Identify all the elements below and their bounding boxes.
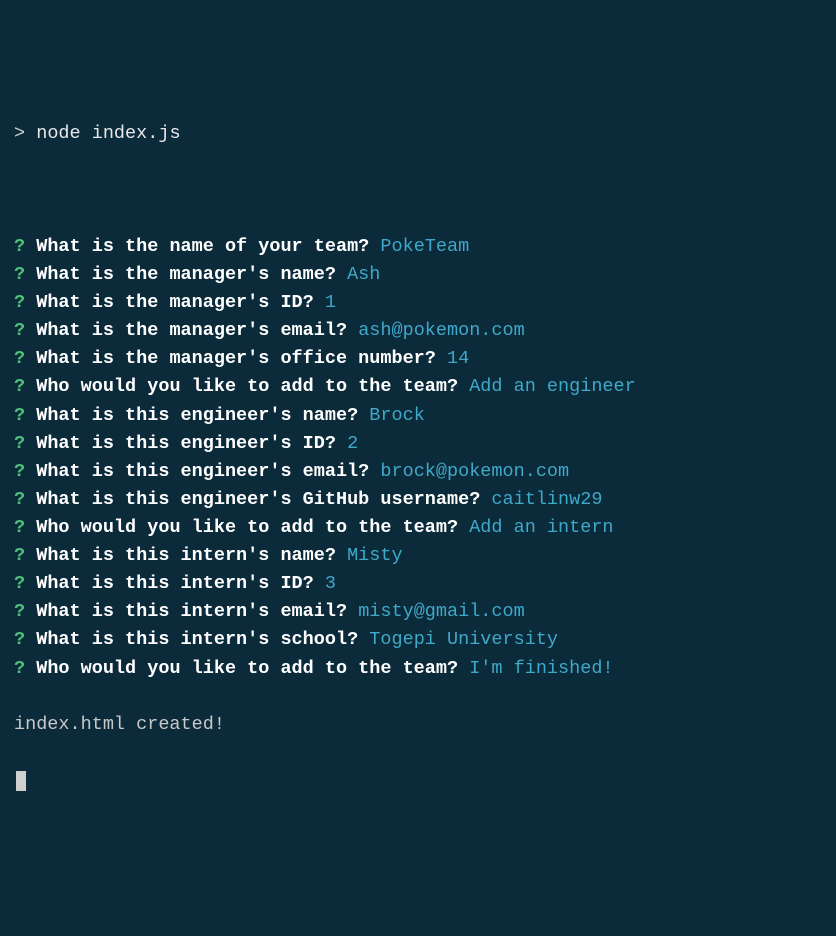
qa-line: ? What is the manager's email? ash@pokem… <box>14 317 822 345</box>
qa-line: ? Who would you like to add to the team?… <box>14 373 822 401</box>
qa-line: ? What is this engineer's GitHub usernam… <box>14 486 822 514</box>
question-text: What is the manager's name? <box>36 264 336 285</box>
qa-line: ? What is the name of your team? PokeTea… <box>14 233 822 261</box>
qa-line: ? Who would you like to add to the team?… <box>14 514 822 542</box>
question-text: Who would you like to add to the team? <box>36 517 458 538</box>
qa-line: ? What is this intern's school? Togepi U… <box>14 626 822 654</box>
qa-line: ? What is this engineer's email? brock@p… <box>14 458 822 486</box>
question-text: What is this engineer's email? <box>36 461 369 482</box>
qa-line: ? What is this engineer's name? Brock <box>14 402 822 430</box>
question-text: What is this engineer's GitHub username? <box>36 489 480 510</box>
question-text: What is the manager's email? <box>36 320 347 341</box>
question-mark-icon: ? <box>14 264 25 285</box>
answer-text: Add an intern <box>469 517 613 538</box>
question-mark-icon: ? <box>14 517 25 538</box>
qa-line: ? What is this intern's name? Misty <box>14 542 822 570</box>
command-line: > node index.js <box>14 120 822 148</box>
answer-text: 1 <box>325 292 336 313</box>
question-text: What is this intern's ID? <box>36 573 314 594</box>
answer-text: 3 <box>325 573 336 594</box>
answer-text: misty@gmail.com <box>358 601 525 622</box>
question-mark-icon: ? <box>14 573 25 594</box>
answer-text: caitlinw29 <box>491 489 602 510</box>
answer-text: ash@pokemon.com <box>358 320 525 341</box>
qa-line: ? What is this engineer's ID? 2 <box>14 430 822 458</box>
question-mark-icon: ? <box>14 376 25 397</box>
cursor-line <box>14 767 822 795</box>
question-mark-icon: ? <box>14 461 25 482</box>
question-text: What is this intern's email? <box>36 601 347 622</box>
question-mark-icon: ? <box>14 348 25 369</box>
qa-line: ? What is the manager's office number? 1… <box>14 345 822 373</box>
footer-line: index.html created! <box>14 711 822 739</box>
question-mark-icon: ? <box>14 433 25 454</box>
qa-line: ? Who would you like to add to the team?… <box>14 655 822 683</box>
question-text: Who would you like to add to the team? <box>36 658 458 679</box>
qa-line: ? What is this intern's email? misty@gma… <box>14 598 822 626</box>
question-mark-icon: ? <box>14 489 25 510</box>
question-text: What is this intern's name? <box>36 545 336 566</box>
question-mark-icon: ? <box>14 629 25 650</box>
qa-container: ? What is the name of your team? PokeTea… <box>14 233 822 683</box>
answer-text: Misty <box>347 545 403 566</box>
question-mark-icon: ? <box>14 601 25 622</box>
question-text: What is the manager's office number? <box>36 348 436 369</box>
answer-text: Add an engineer <box>469 376 636 397</box>
footer-text: index.html created! <box>14 714 225 735</box>
question-text: What is the manager's ID? <box>36 292 314 313</box>
qa-line: ? What is this intern's ID? 3 <box>14 570 822 598</box>
question-mark-icon: ? <box>14 658 25 679</box>
answer-text: I'm finished! <box>469 658 613 679</box>
prompt-symbol: > <box>14 123 25 144</box>
answer-text: 2 <box>347 433 358 454</box>
question-text: Who would you like to add to the team? <box>36 376 458 397</box>
qa-line: ? What is the manager's name? Ash <box>14 261 822 289</box>
question-text: What is this engineer's ID? <box>36 433 336 454</box>
command-text: node index.js <box>36 123 180 144</box>
question-text: What is this intern's school? <box>36 629 358 650</box>
answer-text: brock@pokemon.com <box>380 461 569 482</box>
answer-text: 14 <box>447 348 469 369</box>
question-text: What is this engineer's name? <box>36 405 358 426</box>
answer-text: Ash <box>347 264 380 285</box>
question-mark-icon: ? <box>14 292 25 313</box>
question-text: What is the name of your team? <box>36 236 369 257</box>
terminal-cursor <box>16 771 26 791</box>
answer-text: Brock <box>369 405 425 426</box>
blank-line <box>14 177 822 205</box>
question-mark-icon: ? <box>14 320 25 341</box>
answer-text: Togepi University <box>369 629 558 650</box>
question-mark-icon: ? <box>14 545 25 566</box>
question-mark-icon: ? <box>14 236 25 257</box>
question-mark-icon: ? <box>14 405 25 426</box>
answer-text: PokeTeam <box>380 236 469 257</box>
qa-line: ? What is the manager's ID? 1 <box>14 289 822 317</box>
